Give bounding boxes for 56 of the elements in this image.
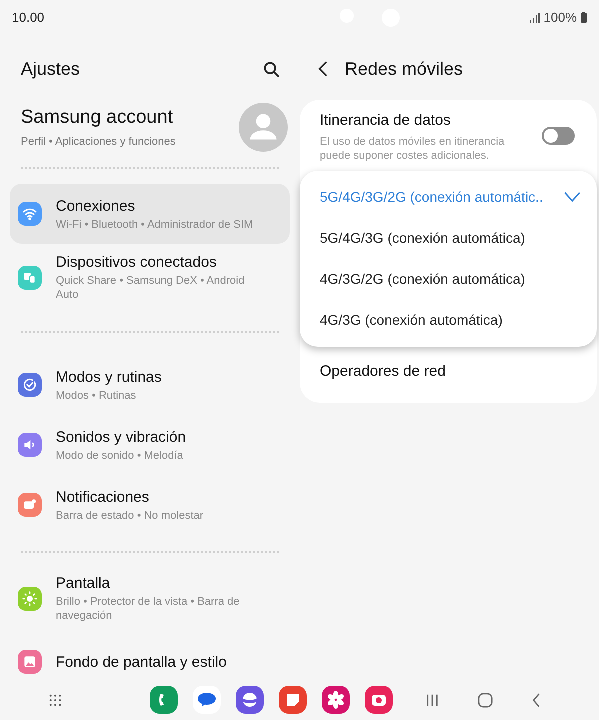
status-time: 10.00	[12, 8, 45, 27]
battery-percentage: 100%	[544, 8, 577, 27]
wallpaper-icon	[18, 650, 42, 674]
search-icon[interactable]	[262, 60, 281, 78]
dropdown-option[interactable]: 5G/4G/3G (conexión automática)	[300, 218, 597, 258]
back-icon[interactable]	[318, 61, 328, 77]
item-title: Modos y rutinas	[56, 368, 162, 386]
item-title: Notificaciones	[56, 488, 150, 506]
browser-app-icon[interactable]	[236, 686, 264, 714]
item-subtitle: Barra de estado • No molestar	[56, 508, 204, 522]
item-subtitle: Quick Share • Samsung DeX • Android Auto	[56, 274, 246, 302]
item-subtitle: Wi-Fi • Bluetooth • Administrador de SIM	[56, 218, 254, 232]
roaming-title: Itinerancia de datos	[320, 111, 452, 131]
messages-app-icon[interactable]	[193, 686, 221, 714]
notes-app-icon[interactable]	[279, 686, 307, 714]
item-title: Dispositivos conectados	[56, 253, 218, 272]
item-title: Fondo de pantalla y estilo	[56, 652, 227, 672]
routine-icon	[18, 373, 42, 397]
camera-app-icon[interactable]	[365, 686, 393, 714]
account-subtitle: Perfil • Aplicaciones y funciones	[21, 135, 176, 150]
item-title: Conexiones	[56, 196, 136, 216]
apps-grid-icon[interactable]	[49, 694, 62, 706]
item-title: Sonidos y vibración	[56, 428, 186, 446]
settings-item[interactable]: Sonidos y vibración Modo de sonido • Melodía	[10, 415, 290, 475]
devices-icon	[18, 266, 42, 290]
back-nav-icon[interactable]	[532, 692, 541, 708]
notif-icon	[18, 493, 42, 517]
settings-item[interactable]: Dispositivos conectados Quick Share • Samsung DeX • Android Auto	[10, 244, 290, 311]
dropdown-option[interactable]: 5G/4G/3G/2G (conexión automátic..	[300, 176, 597, 218]
item-title: Pantalla	[56, 574, 112, 593]
settings-item[interactable]: Fondo de pantalla y estilo	[10, 632, 290, 680]
settings-item[interactable]: Modos y rutinas Modos • Rutinas	[10, 355, 290, 415]
settings-item[interactable]: Notificaciones Barra de estado • No molestar	[10, 475, 290, 535]
dropdown-option[interactable]: 4G/3G (conexión automática)	[300, 300, 597, 340]
sound-icon	[18, 433, 42, 457]
item-subtitle: Modos • Rutinas	[56, 388, 138, 402]
recents-icon[interactable]	[426, 694, 439, 706]
roaming-description: El uso de datos móviles en itinerancia puede suponer costes adicionales.	[320, 134, 506, 162]
roaming-switch[interactable]	[542, 127, 575, 146]
dropdown-option[interactable]: 4G/3G/2G (conexión automática)	[300, 258, 597, 300]
phone-app-icon[interactable]	[150, 686, 178, 714]
item-subtitle: Brillo • Protector de la vista • Barra de navegación	[56, 595, 241, 623]
page-title: Redes móviles	[345, 58, 464, 80]
gallery-app-icon[interactable]	[322, 686, 350, 714]
account-name[interactable]: Samsung account	[21, 104, 176, 132]
display-icon	[18, 586, 42, 610]
home-icon[interactable]	[478, 692, 493, 708]
wifi-icon	[18, 202, 42, 226]
item-subtitle: Modo de sonido • Melodía	[56, 448, 184, 462]
check-icon	[564, 192, 581, 202]
signal-icon	[530, 12, 540, 22]
network-operators-item[interactable]: Operadores de red	[300, 346, 597, 398]
settings-item[interactable]: Pantalla Brillo • Protector de la vista • Barra de navegación	[10, 565, 290, 632]
battery-icon	[581, 12, 587, 23]
settings-title: Ajustes	[21, 58, 80, 81]
settings-item[interactable]: Conexiones Wi-Fi • Bluetooth • Administrador de SIM	[10, 184, 290, 244]
